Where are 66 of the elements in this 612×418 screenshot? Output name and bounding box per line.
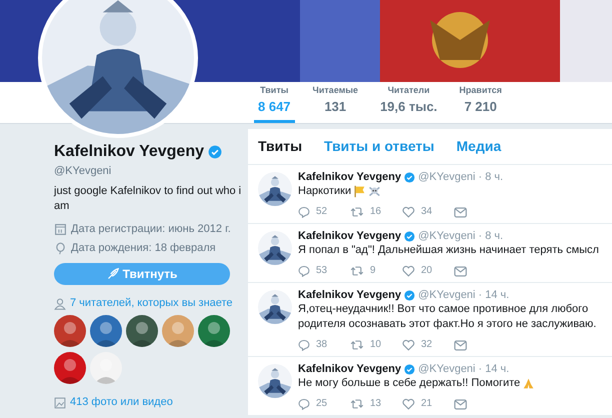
tweet-button[interactable]: Твитнуть [54,263,230,285]
message-icon[interactable] [454,340,467,350]
like-count: 20 [421,264,432,278]
stat-tab[interactable]: Нравится 7 210 [455,82,506,123]
tweet-handle: @KYevgeni [418,288,476,302]
profile-detail: Дата рождения: 18 февраля [71,241,216,255]
message-icon[interactable] [454,206,467,218]
stat-tab[interactable]: Читаемые 131 [308,82,362,123]
reply-icon[interactable] [298,206,310,218]
retweet-icon[interactable] [350,265,364,277]
flag-icon [353,185,366,198]
stat-tab[interactable]: Читатели 19,6 тыс. [376,82,442,123]
reply-count: 52 [316,205,328,219]
tweet-text: Не могу больше в себе держать!! Помогите [298,376,520,391]
tweet-author: Kafelnikov Yevgeny [298,362,402,376]
retweet-icon[interactable] [350,206,364,218]
image-icon [54,396,66,408]
profile-detail: Дата регистрации: июнь 2012 г. [71,222,231,236]
profile-handle: @KYevgeni [54,164,112,178]
reply-count: 53 [316,264,328,278]
person-icon [54,298,66,310]
retweet-count: 16 [370,205,382,219]
like-count: 21 [421,397,432,411]
reply-icon[interactable] [298,398,310,410]
balloon-icon [54,242,67,254]
tweet-author: Kafelnikov Yevgeny [298,288,402,302]
like-count: 34 [421,205,432,219]
heart-icon[interactable] [402,398,415,410]
followers-you-know-link[interactable]: 7 читателей, которых вы знаете [70,297,233,310]
tweet-text: Я,отец-неудачник!! Вот что самое противное для любого родителя осознавать этот факт.Но я этого не заслуживаю. [298,302,598,332]
skull-crossbones-icon [368,185,382,198]
heart-icon[interactable] [402,339,415,351]
tweet-author: Kafelnikov Yevgeny [298,229,402,243]
retweet-count: 13 [370,397,382,411]
message-icon[interactable] [454,266,467,276]
reply-count: 38 [316,338,328,352]
retweet-count: 9 [370,264,376,278]
calendar-icon [54,222,67,236]
timeline-tab[interactable]: Твиты и ответы [324,136,434,157]
message-icon[interactable] [454,398,467,410]
retweet-icon[interactable] [350,339,364,351]
timeline-tab[interactable]: Твиты [258,136,302,157]
reply-icon[interactable] [298,265,310,277]
tweet-time: · 14 ч. [478,288,510,302]
feather-icon [106,268,119,280]
tweet-text: Наркотики [298,184,352,199]
heart-icon[interactable] [402,265,415,277]
reply-icon[interactable] [298,339,310,351]
like-count: 32 [421,338,432,352]
reply-count: 25 [316,397,328,411]
heart-icon[interactable] [402,206,415,218]
tweet-handle: @KYevgeni [418,362,476,376]
tweet-time: · 14 ч. [478,362,510,376]
retweet-icon[interactable] [350,398,364,410]
tweet-text: Я попал в "ад"! Дальнейшая жизнь начинает терять смысл [298,243,599,258]
tweet-time: · 8 ч. [478,229,504,243]
timeline-tab[interactable]: Медиа [456,136,502,157]
profile-bio: just google Kafelnikov to find out who i am [54,184,242,214]
tweet-handle: @KYevgeni [418,229,476,243]
media-link[interactable]: 413 фото или видео [70,396,173,409]
profile-name: Kafelnikov Yevgeny [54,142,204,162]
tweet-handle: @KYevgeni [418,170,476,184]
retweet-count: 10 [370,338,382,352]
tweet-author: Kafelnikov Yevgeny [298,170,402,184]
tweet-time: · 8 ч. [478,170,504,184]
stat-tab[interactable]: Твиты 8 647 [254,82,295,123]
